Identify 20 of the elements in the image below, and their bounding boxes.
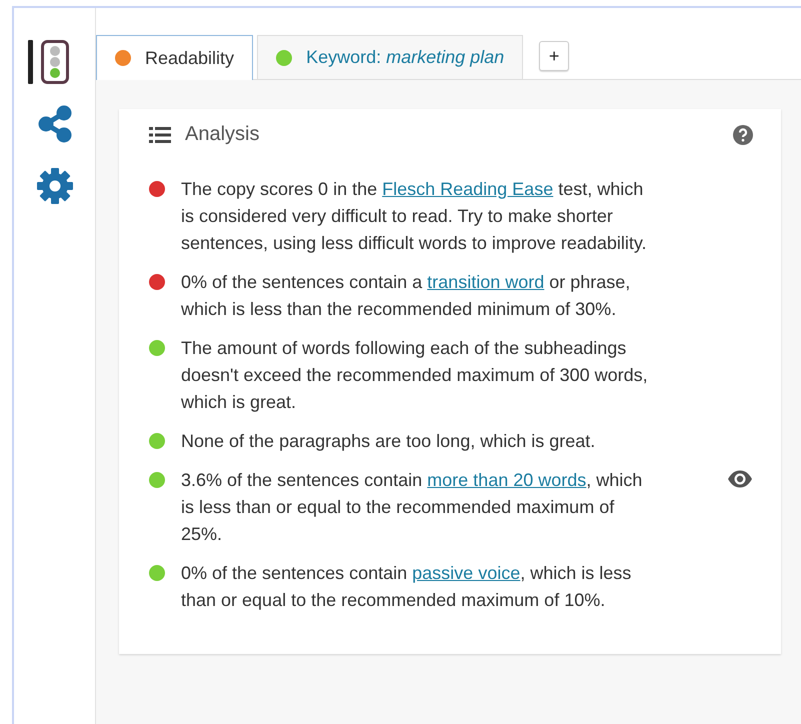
- settings-icon: [36, 167, 74, 205]
- analysis-text: The amount of words following each of the subheadings doesn't exceed the recommended maximum of 300 words, which is great.: [181, 337, 649, 414]
- add-tab-button[interactable]: +: [539, 41, 570, 71]
- section-title: Analysis: [185, 123, 260, 146]
- tab[interactable]: Readability: [96, 35, 254, 81]
- analysis-text: 0% of the sentences contain a transition word or phrase, which is less than the recommended minimum of 30%.: [181, 271, 632, 321]
- traffic-light-icon: [40, 40, 68, 84]
- analysis-text: 0% of the sentences contain passive voice, which is less than or equal to the recommended maximum of 10%.: [181, 562, 632, 612]
- analysis-text: None of the paragraphs are too long, which is great.: [181, 430, 596, 453]
- share-icon: [36, 105, 72, 143]
- eye-icon[interactable]: [727, 469, 753, 489]
- help-link[interactable]: passive voice: [412, 563, 520, 583]
- help-icon[interactable]: [733, 124, 753, 144]
- list-icon: [149, 126, 171, 144]
- analysis-text: The copy scores 0 in the Flesch Reading Ease test, which is considered very difficult to read. Try to make shorter sentences, using less difficult words to improve readability.: [181, 178, 648, 255]
- analysis-text: 3.6% of the sentences contain more than 20 words, which is less than or equal to the recommended maximum of 25%.: [181, 469, 644, 546]
- tab[interactable]: Keyword: marketing plan: [257, 35, 524, 79]
- help-link[interactable]: more than 20 words: [427, 470, 586, 490]
- help-link[interactable]: Flesch Reading Ease: [382, 179, 554, 199]
- help-link[interactable]: transition word: [427, 272, 544, 292]
